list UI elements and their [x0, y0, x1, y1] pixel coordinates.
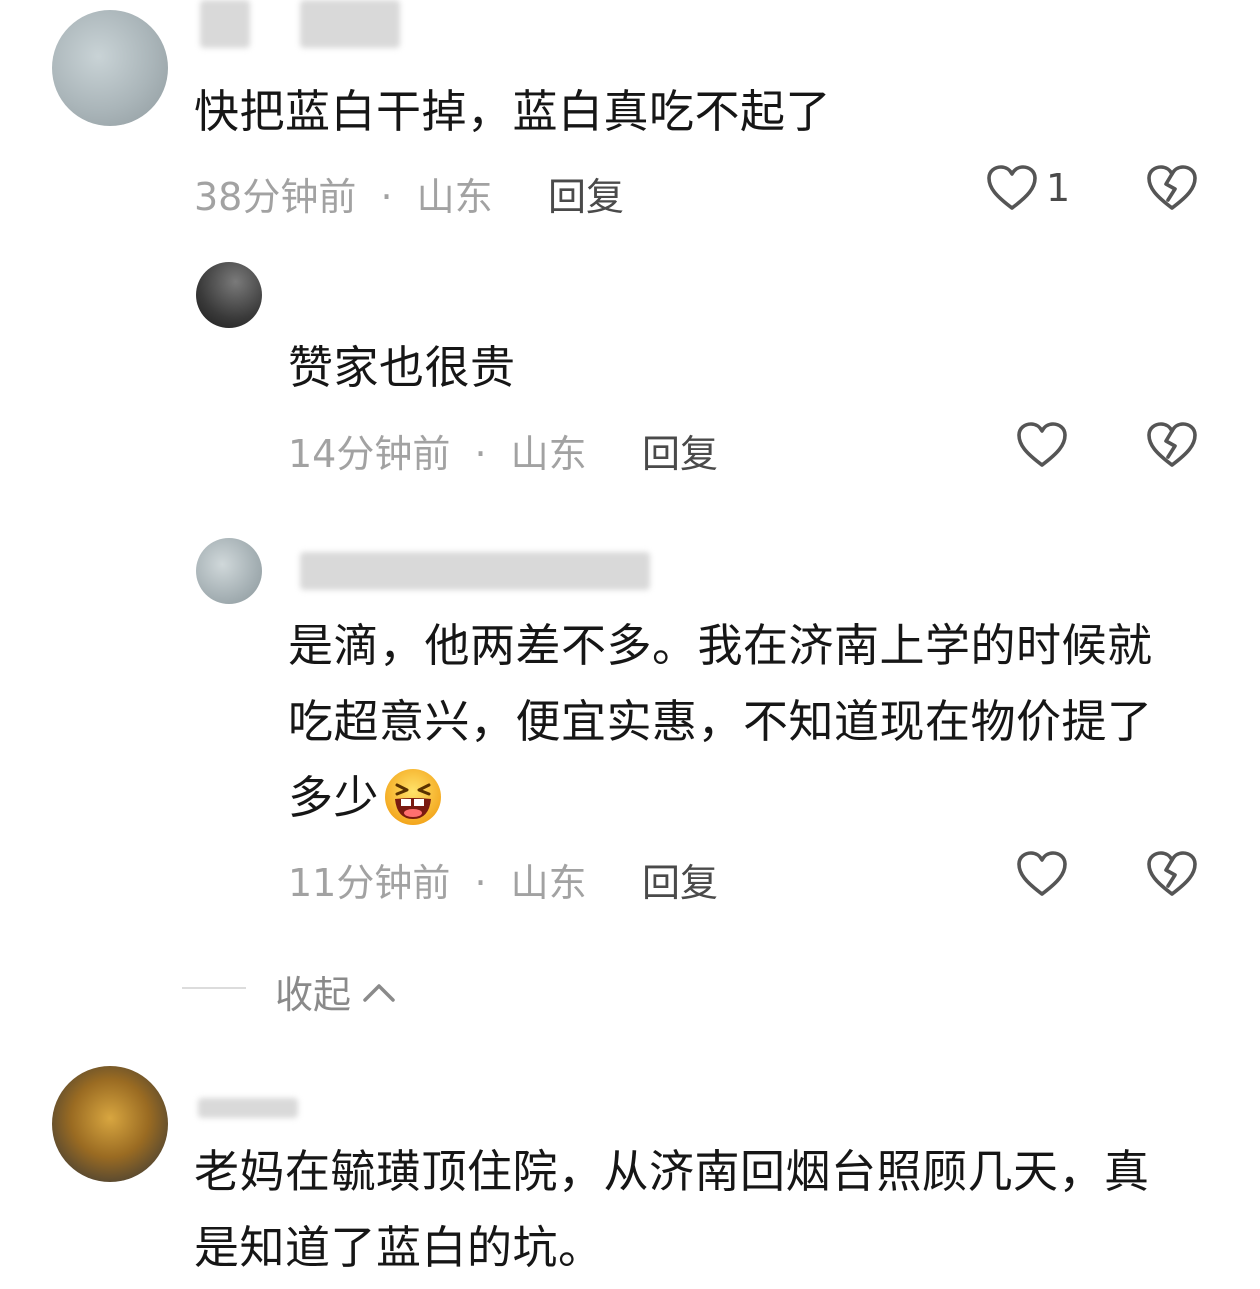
comment-line: 吃超意兴，便宜实惠，不知道现在物价提了	[288, 695, 1153, 748]
heart-outline-icon	[987, 165, 1037, 210]
comment-line: 多少	[288, 760, 1248, 836]
comment-text: 是滴，他两差不多。我在济南上学的时候就 吃超意兴，便宜实惠，不知道现在物价提了 …	[288, 608, 1248, 836]
comment-text: 老妈在毓璜顶住院，从济南回烟台照顾几天，真 是知道了蓝白的坑。	[194, 1134, 1234, 1286]
broken-heart-icon	[1147, 422, 1197, 467]
avatar[interactable]	[196, 262, 262, 328]
heart-outline-icon	[1017, 851, 1067, 896]
laughing-emoji-icon	[385, 769, 442, 825]
separator: ·	[380, 175, 393, 219]
comment-meta: 14分钟前 · 山东	[288, 423, 587, 478]
avatar[interactable]	[52, 1066, 168, 1182]
timestamp: 11分钟前	[288, 861, 451, 905]
avatar[interactable]	[196, 538, 262, 604]
separator: ·	[474, 861, 487, 905]
avatar[interactable]	[52, 10, 168, 126]
collapse-button[interactable]: 收起	[275, 964, 397, 1019]
timestamp: 38分钟前	[194, 175, 357, 219]
like-count: 1	[1046, 166, 1071, 210]
chevron-up-icon	[363, 983, 395, 1002]
broken-heart-icon	[1147, 165, 1197, 210]
collapse-label: 收起	[275, 973, 352, 1017]
location: 山东	[510, 432, 587, 476]
comment-meta: 38分钟前 · 山东	[194, 166, 493, 221]
broken-heart-icon	[1147, 851, 1197, 896]
comment-line: 老妈在毓璜顶住院，从济南回烟台照顾几天，真	[194, 1145, 1150, 1198]
dislike-button[interactable]	[1146, 164, 1198, 212]
comment-text: 快把蓝白干掉，蓝白真吃不起了	[194, 85, 832, 138]
dislike-button[interactable]	[1146, 421, 1198, 469]
comment-line: 是知道了蓝白的坑。	[194, 1221, 604, 1274]
username-redacted[interactable]	[198, 1098, 298, 1118]
like-button[interactable]	[986, 164, 1038, 212]
location: 山东	[510, 861, 587, 905]
like-button[interactable]	[1016, 421, 1068, 469]
heart-outline-icon	[1017, 422, 1067, 467]
username-redacted[interactable]	[300, 0, 400, 48]
timestamp: 14分钟前	[288, 432, 451, 476]
username-redacted[interactable]	[200, 0, 250, 48]
reply-button[interactable]: 回复	[642, 423, 718, 478]
comment-text: 赞家也很贵	[288, 341, 516, 394]
like-button[interactable]	[1016, 850, 1068, 898]
username-redacted[interactable]	[300, 552, 650, 590]
reply-button[interactable]: 回复	[548, 166, 624, 221]
reply-button[interactable]: 回复	[642, 852, 718, 907]
comment-line-text: 多少	[288, 771, 380, 824]
dislike-button[interactable]	[1146, 850, 1198, 898]
comment-meta: 11分钟前 · 山东	[288, 852, 587, 907]
separator: ·	[474, 432, 487, 476]
location: 山东	[416, 175, 493, 219]
collapse-divider	[182, 987, 246, 989]
comment-line: 是滴，他两差不多。我在济南上学的时候就	[288, 619, 1153, 672]
